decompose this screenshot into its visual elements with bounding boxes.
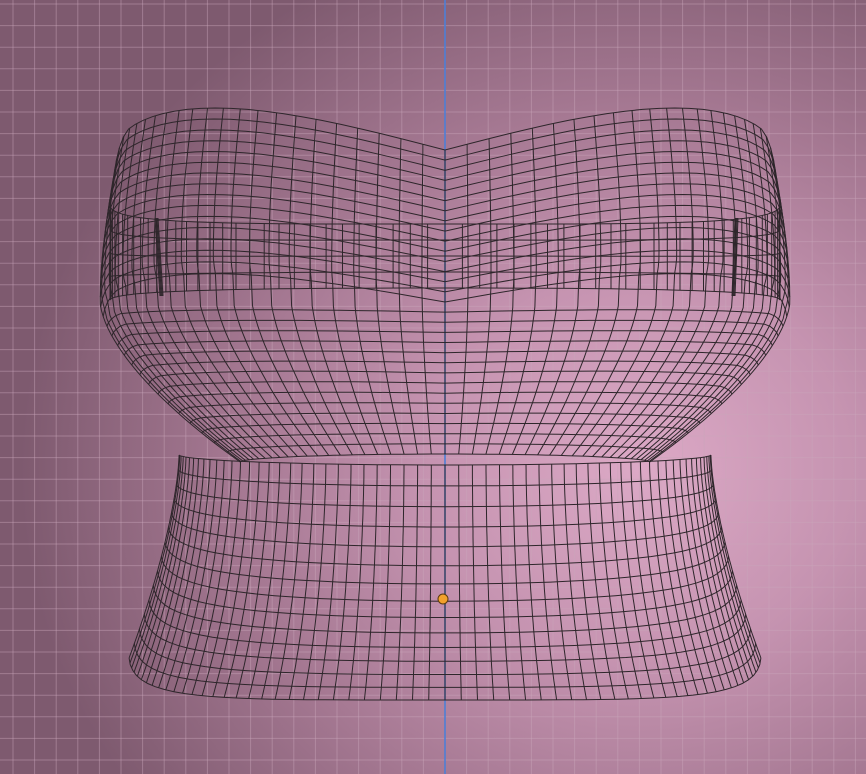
waist-meridian bbox=[212, 461, 251, 697]
wireframe-mesh[interactable] bbox=[0, 0, 866, 774]
waist-meridian bbox=[630, 462, 667, 698]
waist-meridian bbox=[639, 461, 678, 697]
object-origin-dot[interactable] bbox=[437, 593, 449, 605]
waist-mesh[interactable] bbox=[128, 454, 762, 701]
waist-meridian bbox=[395, 464, 405, 701]
bodice-ring bbox=[239, 453, 651, 463]
waist-meridian bbox=[363, 464, 378, 701]
waist-meridian bbox=[471, 464, 478, 701]
waist-meridian bbox=[288, 463, 315, 700]
bodice-meridian bbox=[649, 170, 791, 463]
waist-meridian bbox=[485, 464, 495, 701]
waist-meridian bbox=[235, 462, 270, 699]
waist-meridian bbox=[512, 464, 527, 701]
waist-meridian bbox=[379, 464, 391, 701]
waist-meridian bbox=[598, 463, 629, 700]
waist-meridian bbox=[274, 463, 303, 700]
waist-meridian bbox=[709, 455, 761, 664]
waist-meridian bbox=[458, 465, 462, 701]
bodice-meridian bbox=[99, 170, 241, 463]
waist-meridian bbox=[587, 463, 616, 700]
waist-meridian bbox=[412, 464, 419, 701]
waist-meridian bbox=[129, 455, 181, 664]
waist-meridian bbox=[261, 463, 292, 700]
3d-viewport[interactable] bbox=[0, 0, 866, 774]
waist-meridian bbox=[428, 465, 432, 701]
waist-meridian bbox=[499, 464, 511, 701]
waist-meridian bbox=[158, 459, 205, 689]
waist-meridian bbox=[609, 462, 642, 699]
waist-meridian bbox=[575, 463, 602, 700]
waist-meridian bbox=[223, 462, 260, 698]
waist-meridian bbox=[685, 459, 732, 689]
waist-meridian bbox=[248, 462, 281, 699]
waist-meridian bbox=[620, 462, 655, 699]
